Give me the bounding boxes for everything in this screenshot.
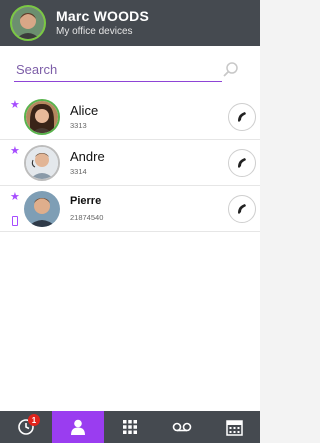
favorite-star-icon: ★ [10,191,20,203]
calendar-icon [225,419,243,436]
user-avatar[interactable] [10,5,46,41]
history-badge: 1 [28,414,40,426]
call-button[interactable] [228,195,256,223]
contact-row[interactable]: ★ Pierre 21874540 [0,186,260,232]
dialpad-icon [123,420,137,434]
call-button[interactable] [228,103,256,131]
tab-dialpad[interactable] [104,411,156,443]
header-text: Marc WOODS My office devices [56,7,150,38]
mobile-icon [12,216,18,226]
voicemail-icon [172,422,192,432]
contact-row[interactable]: ★ Andre 3314 [0,140,260,186]
contact-number: 21874540 [70,213,104,222]
search-icon[interactable] [222,61,240,79]
contact-avatar [24,145,60,181]
user-subtitle: My office devices [56,26,133,38]
contact-name: Alice [70,103,99,118]
tab-voicemail[interactable] [156,411,208,443]
user-name: Marc WOODS [56,7,150,24]
contact-number: 3314 [70,167,87,176]
phone-icon [238,158,246,168]
person-icon [71,419,85,435]
favorite-star-icon: ★ [10,99,20,111]
tab-history[interactable]: 1 [0,411,52,443]
header-bar: Marc WOODS My office devices [0,0,260,46]
search-input[interactable] [14,58,222,82]
contact-name: Andre [70,149,105,164]
favorite-star-icon: ★ [10,145,20,157]
contact-number: 3313 [70,121,87,130]
contact-row[interactable]: ★ Alice 3313 [0,94,260,140]
bottom-tab-bar: 1 [0,411,260,443]
tab-contacts[interactable] [52,411,104,443]
search-bar [14,58,248,84]
contacts-list: ★ Alice 3313 ★ Andre 3314 ★ Pierre 21874… [0,94,260,232]
phone-icon [238,112,246,122]
call-button[interactable] [228,149,256,177]
phone-icon [238,204,246,214]
contact-avatar [24,191,60,227]
app-window: Marc WOODS My office devices ★ Alice 331 [0,0,260,443]
contact-avatar [24,99,60,135]
tab-calendar[interactable] [208,411,260,443]
contact-name: Pierre [70,195,102,207]
